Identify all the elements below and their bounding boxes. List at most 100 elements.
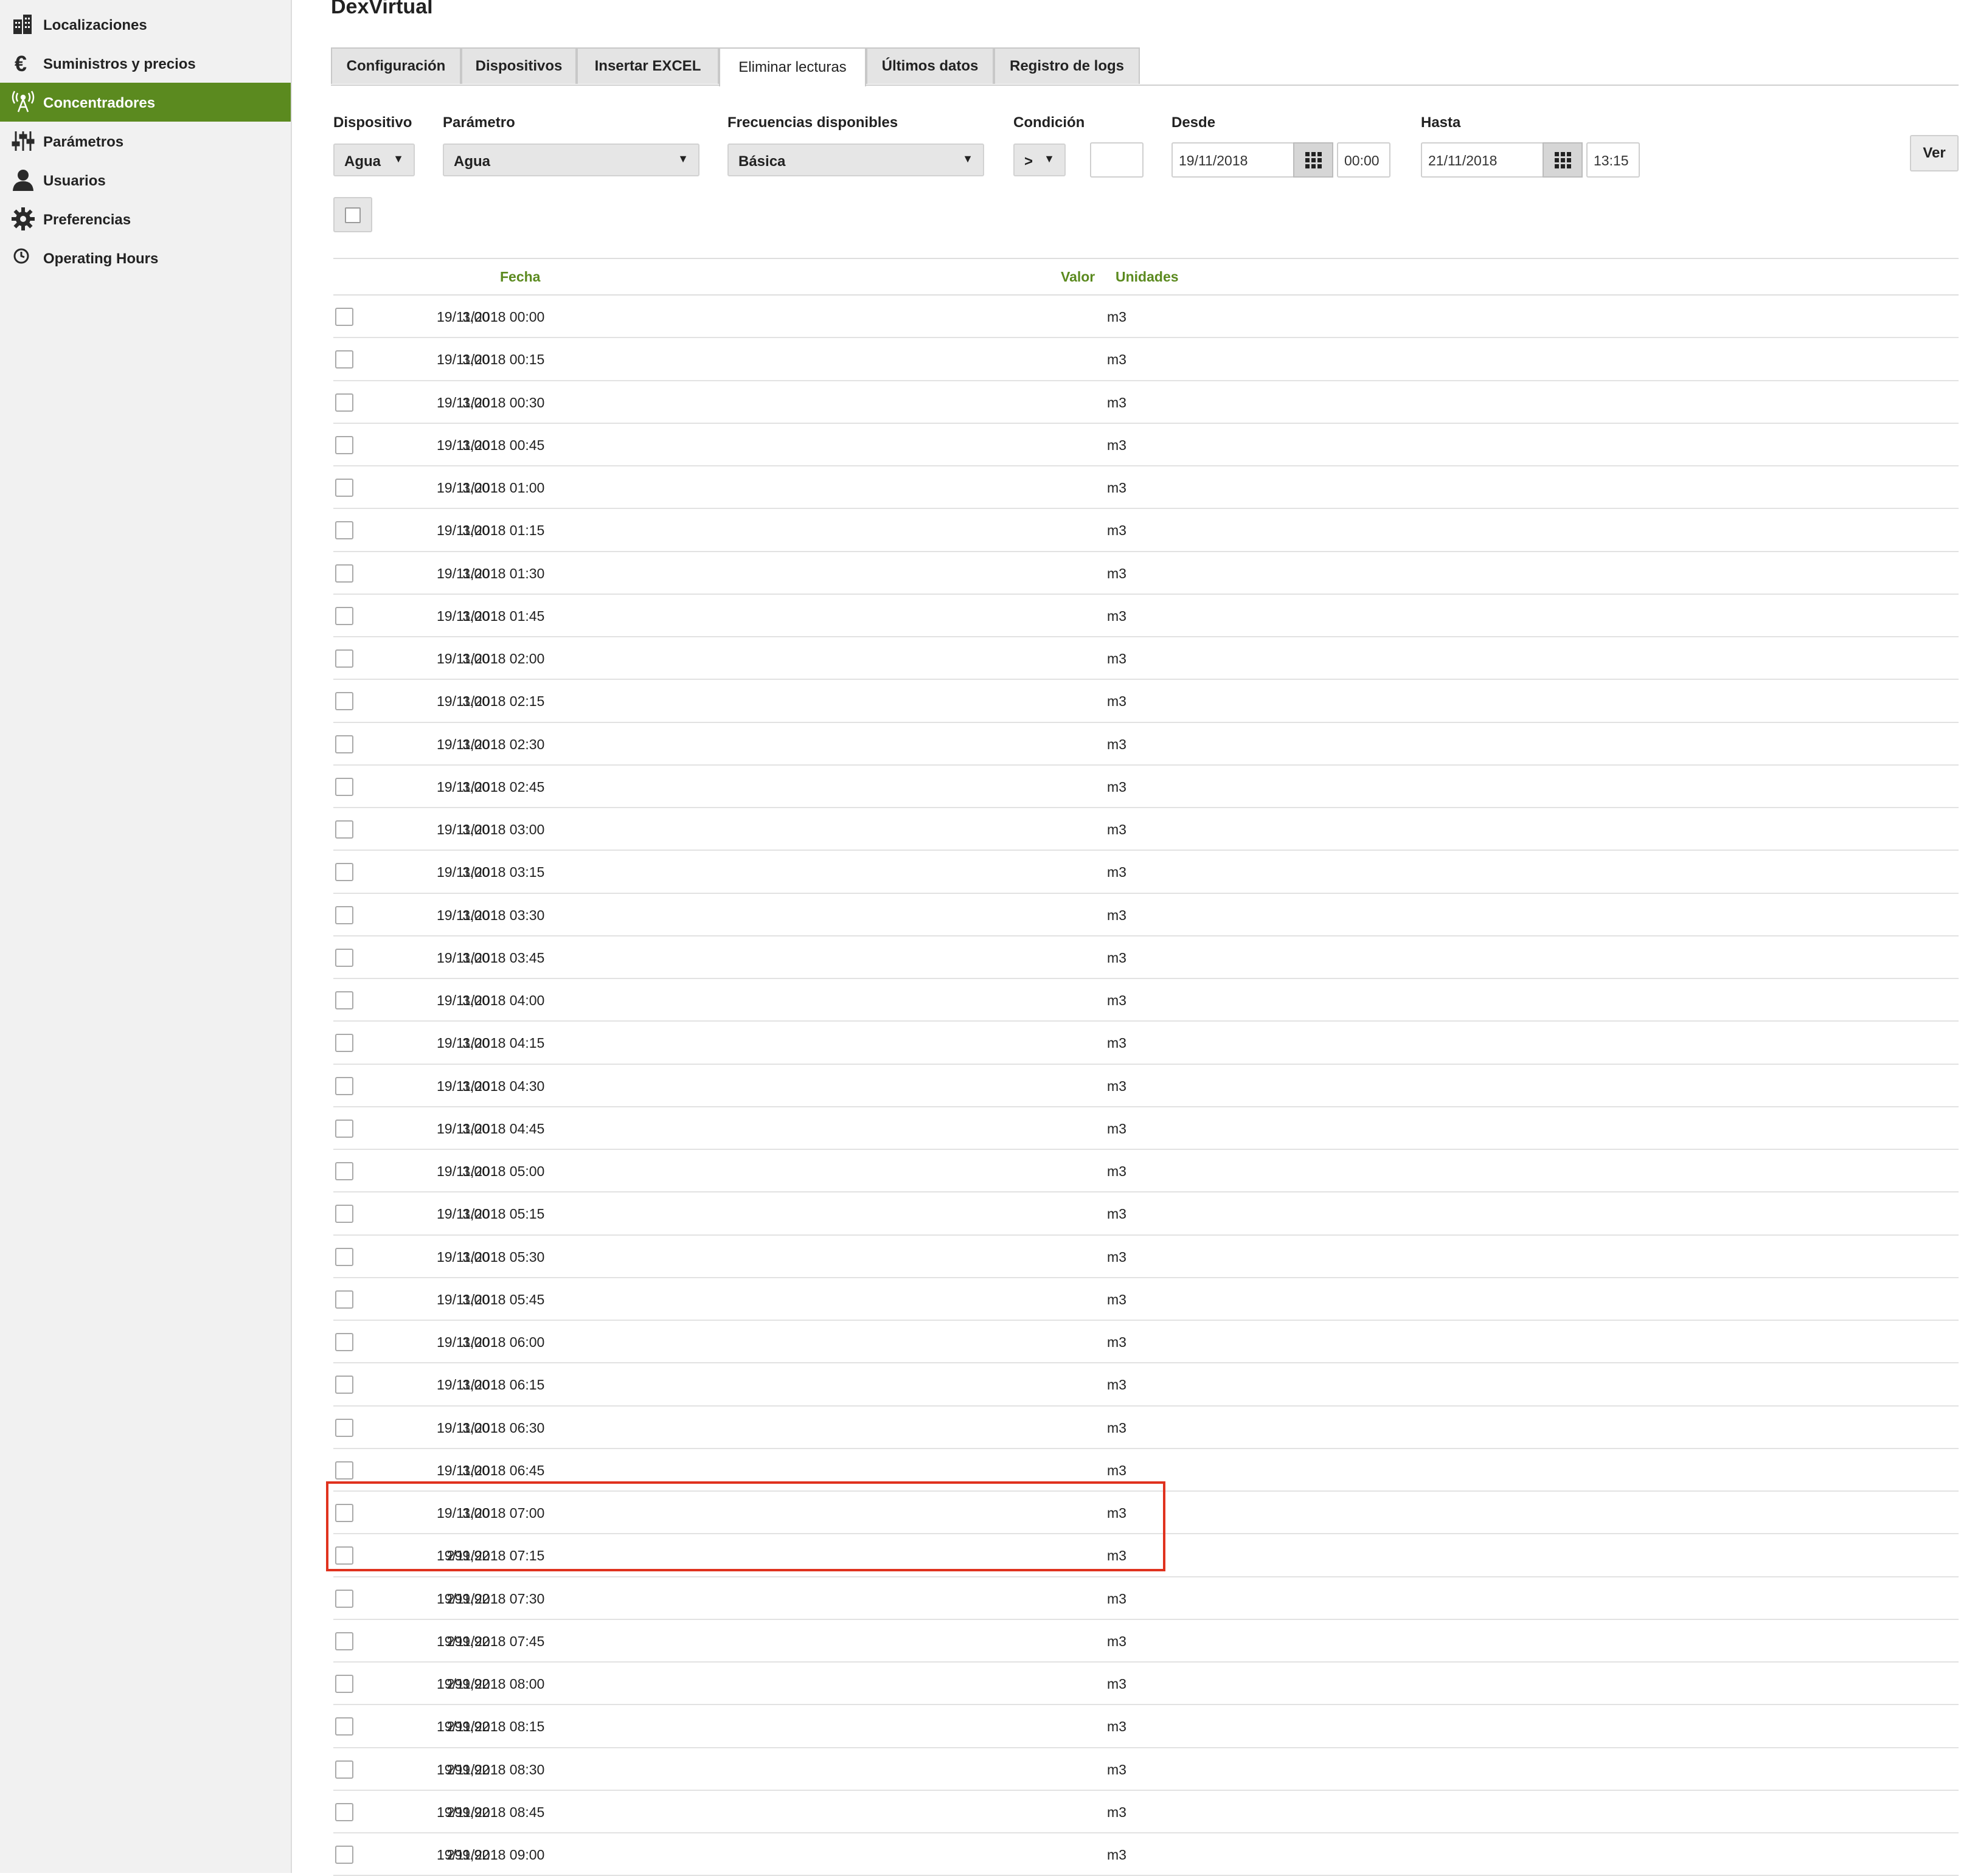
row-checkbox[interactable] bbox=[335, 1418, 353, 1437]
parametro-select[interactable]: Agua ▼ bbox=[443, 144, 699, 176]
cell-valor: 3,00 bbox=[462, 1206, 490, 1222]
sidebar-item-concentradores[interactable]: Concentradores bbox=[0, 83, 291, 122]
sidebar-item-operating-hours[interactable]: Operating Hours bbox=[0, 238, 291, 277]
row-checkbox[interactable] bbox=[335, 1546, 353, 1565]
sidebar-item-suministros[interactable]: € Suministros y precios bbox=[0, 44, 291, 83]
row-checkbox[interactable] bbox=[335, 1333, 353, 1351]
row-checkbox[interactable] bbox=[335, 1247, 353, 1266]
desde-time-input[interactable]: 00:00 bbox=[1337, 142, 1390, 178]
row-checkbox[interactable] bbox=[335, 1119, 353, 1138]
cell-unidades: m3 bbox=[1107, 1206, 1126, 1222]
table-row: 19/11/2018 02:45 3,00 m3 bbox=[333, 766, 1959, 808]
hasta-time-input[interactable]: 13:15 bbox=[1586, 142, 1640, 178]
cell-unidades: m3 bbox=[1107, 1078, 1126, 1094]
page-title: DexVirtual bbox=[331, 0, 433, 18]
row-checkbox[interactable] bbox=[335, 564, 353, 583]
column-header-unidades[interactable]: Unidades bbox=[1116, 269, 1179, 285]
buildings-icon bbox=[11, 12, 35, 36]
cell-unidades: m3 bbox=[1107, 1163, 1126, 1179]
sidebar-item-localizaciones[interactable]: Localizaciones bbox=[0, 5, 291, 44]
hasta-calendar-button[interactable] bbox=[1543, 142, 1583, 178]
row-checkbox[interactable] bbox=[335, 1076, 353, 1095]
row-checkbox[interactable] bbox=[335, 435, 353, 454]
condicion-value-input[interactable] bbox=[1090, 142, 1144, 178]
row-checkbox[interactable] bbox=[335, 649, 353, 668]
select-all-checkbox-button[interactable] bbox=[333, 197, 372, 232]
row-checkbox[interactable] bbox=[335, 1589, 353, 1608]
cell-unidades: m3 bbox=[1107, 992, 1126, 1008]
sidebar-item-preferencias[interactable]: Preferencias bbox=[0, 199, 291, 238]
sidebar-item-usuarios[interactable]: Usuarios bbox=[0, 161, 291, 199]
table-row: 19/11/2018 07:30 299,92 m3 bbox=[333, 1577, 1959, 1620]
row-checkbox[interactable] bbox=[335, 1162, 353, 1180]
tab-insertar-excel[interactable]: Insertar EXCEL bbox=[577, 47, 719, 84]
parametro-value: Agua bbox=[454, 153, 490, 170]
table-row: 19/11/2018 01:30 3,00 m3 bbox=[333, 552, 1959, 595]
desde-time-value: 00:00 bbox=[1344, 153, 1380, 168]
desde-calendar-button[interactable] bbox=[1293, 142, 1333, 178]
desde-date-input[interactable]: 19/11/2018 bbox=[1171, 142, 1294, 178]
row-checkbox[interactable] bbox=[335, 1461, 353, 1480]
row-checkbox[interactable] bbox=[335, 735, 353, 753]
row-checkbox[interactable] bbox=[335, 905, 353, 924]
tab-registro-logs[interactable]: Registro de logs bbox=[994, 47, 1140, 84]
tab-ultimos-datos[interactable]: Últimos datos bbox=[866, 47, 994, 84]
frecuencias-select[interactable]: Básica ▼ bbox=[727, 144, 984, 176]
cell-fecha: 19/11/2018 05:45 bbox=[437, 1291, 545, 1307]
table-row: 19/11/2018 01:45 3,00 m3 bbox=[333, 595, 1959, 637]
sidebar-item-parametros[interactable]: Parámetros bbox=[0, 122, 291, 161]
ver-button[interactable]: Ver bbox=[1910, 135, 1959, 171]
euro-icon: € bbox=[11, 51, 35, 76]
cell-unidades: m3 bbox=[1107, 1676, 1126, 1692]
cell-valor: 3,00 bbox=[462, 607, 490, 624]
tab-dispositivos[interactable]: Dispositivos bbox=[461, 47, 577, 84]
row-checkbox[interactable] bbox=[335, 308, 353, 326]
cell-unidades: m3 bbox=[1107, 1419, 1126, 1436]
tab-configuracion[interactable]: Configuración bbox=[331, 47, 461, 84]
dispositivo-select[interactable]: Agua ▼ bbox=[333, 144, 415, 176]
select-all-checkbox bbox=[345, 207, 361, 223]
row-checkbox[interactable] bbox=[335, 350, 353, 369]
row-checkbox[interactable] bbox=[335, 948, 353, 967]
table-header: Fecha Valor Unidades bbox=[333, 258, 1959, 296]
row-checkbox[interactable] bbox=[335, 1846, 353, 1864]
row-checkbox[interactable] bbox=[335, 820, 353, 839]
row-checkbox[interactable] bbox=[335, 1632, 353, 1650]
row-checkbox[interactable] bbox=[335, 606, 353, 625]
cell-valor: 3,00 bbox=[462, 992, 490, 1008]
row-checkbox[interactable] bbox=[335, 1290, 353, 1309]
row-checkbox[interactable] bbox=[335, 479, 353, 497]
row-checkbox[interactable] bbox=[335, 1034, 353, 1053]
tab-eliminar-lecturas[interactable]: Eliminar lecturas bbox=[719, 47, 866, 86]
row-checkbox[interactable] bbox=[335, 692, 353, 711]
cell-unidades: m3 bbox=[1107, 1633, 1126, 1649]
cell-valor: 299,92 bbox=[446, 1676, 490, 1692]
row-checkbox[interactable] bbox=[335, 863, 353, 882]
cell-valor: 3,00 bbox=[462, 949, 490, 966]
row-checkbox[interactable] bbox=[335, 393, 353, 412]
row-checkbox[interactable] bbox=[335, 1802, 353, 1821]
row-checkbox[interactable] bbox=[335, 1205, 353, 1224]
cell-fecha: 19/11/2018 02:45 bbox=[437, 778, 545, 795]
hasta-date-input[interactable]: 21/11/2018 bbox=[1421, 142, 1544, 178]
row-checkbox[interactable] bbox=[335, 1675, 353, 1693]
table-row: 19/11/2018 07:15 299,92 m3 bbox=[333, 1534, 1959, 1577]
row-checkbox[interactable] bbox=[335, 1760, 353, 1779]
cell-unidades: m3 bbox=[1107, 1804, 1126, 1820]
condicion-operator-select[interactable]: > ▼ bbox=[1013, 144, 1066, 176]
row-checkbox[interactable] bbox=[335, 777, 353, 796]
cell-valor: 3,00 bbox=[462, 864, 490, 881]
cell-valor: 3,00 bbox=[462, 522, 490, 539]
cell-fecha: 19/11/2018 03:45 bbox=[437, 949, 545, 966]
column-header-valor[interactable]: Valor bbox=[1061, 269, 1095, 285]
column-header-fecha[interactable]: Fecha bbox=[500, 269, 540, 285]
row-checkbox[interactable] bbox=[335, 1504, 353, 1522]
cell-valor: 3,00 bbox=[462, 565, 490, 581]
table-row: 19/11/2018 07:00 3,00 m3 bbox=[333, 1492, 1959, 1535]
cell-valor: 3,00 bbox=[462, 651, 490, 666]
row-checkbox[interactable] bbox=[335, 1717, 353, 1736]
row-checkbox[interactable] bbox=[335, 991, 353, 1009]
row-checkbox[interactable] bbox=[335, 1376, 353, 1394]
cell-unidades: m3 bbox=[1107, 1248, 1126, 1265]
row-checkbox[interactable] bbox=[335, 521, 353, 540]
